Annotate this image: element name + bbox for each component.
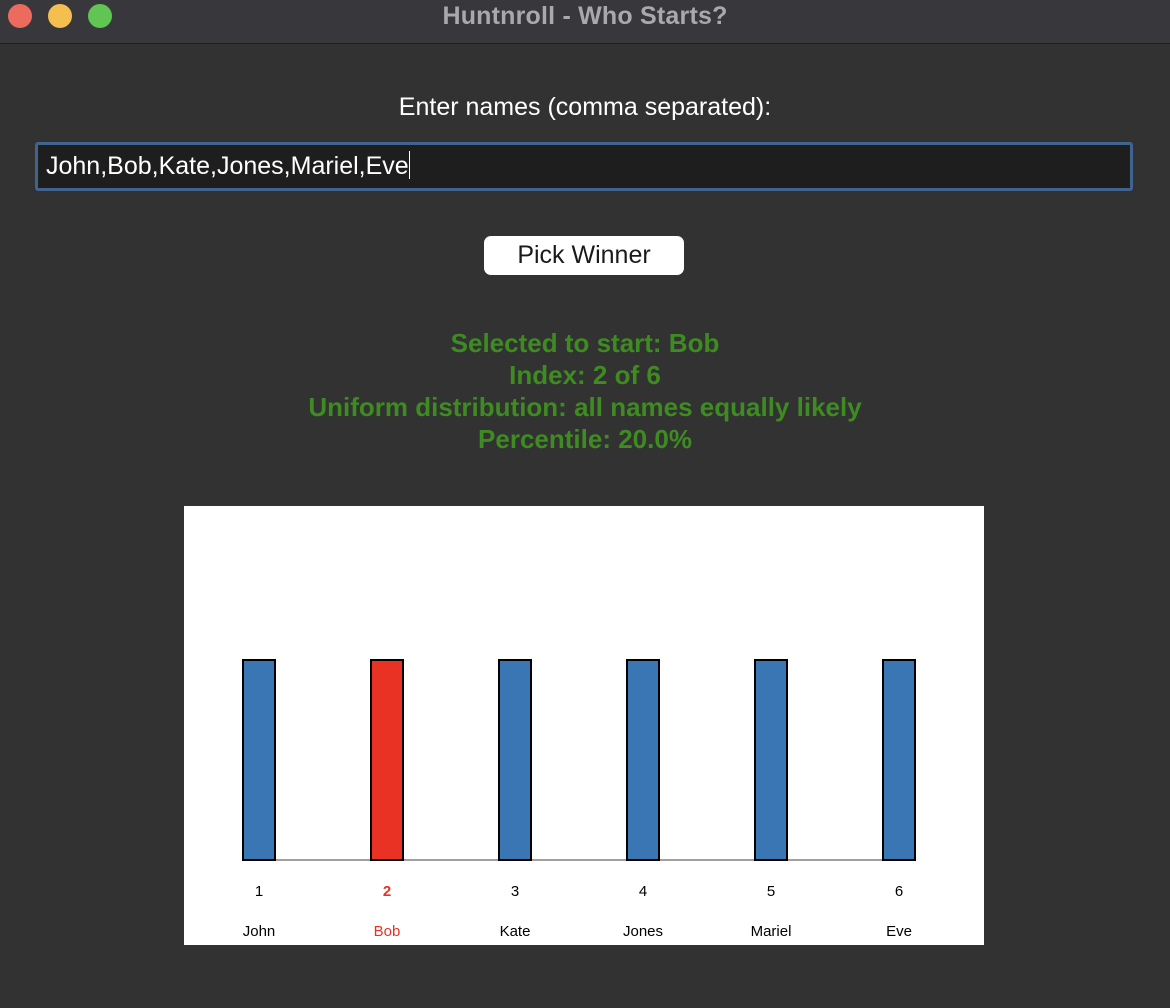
- percentile-text: Percentile: 20.0%: [478, 424, 692, 454]
- index-label-1: 1: [255, 883, 263, 900]
- chart-svg: 1 John 2 Bob 3 Kate 4 Jones 5 Mariel 6 Eve: [242, 659, 916, 940]
- names-label: Enter names (comma separated):: [398, 93, 772, 121]
- bar-mariel: [754, 659, 788, 861]
- distribution-text: Uniform distribution: all names equally …: [308, 392, 862, 422]
- index-label-2: 2: [383, 883, 391, 900]
- index-text: Index: 2 of 6: [509, 360, 661, 390]
- index-label-6: 6: [895, 883, 903, 900]
- names-input-value: John,Bob,Kate,Jones,Mariel,Eve: [46, 152, 409, 180]
- pick-winner-button[interactable]: Pick Winner: [484, 236, 684, 275]
- index-label-5: 5: [767, 883, 775, 900]
- bar-john: [242, 659, 276, 861]
- name-label-kate: Kate: [500, 923, 531, 940]
- name-label-bob: Bob: [374, 923, 401, 940]
- selected-text: Selected to start: Bob: [450, 328, 720, 358]
- index-label-3: 3: [511, 883, 519, 900]
- names-input[interactable]: John,Bob,Kate,Jones,Mariel,Eve: [35, 142, 1133, 191]
- text-caret: [408, 151, 410, 179]
- name-label-john: John: [243, 923, 276, 940]
- name-label-mariel: Mariel: [751, 923, 792, 940]
- bar-jones: [626, 659, 660, 861]
- name-label-eve: Eve: [886, 923, 912, 940]
- distribution-chart: 1 John 2 Bob 3 Kate 4 Jones 5 Mariel 6 Eve: [184, 506, 984, 945]
- window-title: Huntnroll - Who Starts?: [442, 2, 728, 30]
- title-bar: Huntnroll - Who Starts?: [0, 0, 1170, 44]
- bar-eve: [882, 659, 916, 861]
- bar-bob: [370, 659, 404, 861]
- bar-kate: [498, 659, 532, 861]
- name-label-jones: Jones: [623, 923, 663, 940]
- index-label-4: 4: [639, 883, 647, 900]
